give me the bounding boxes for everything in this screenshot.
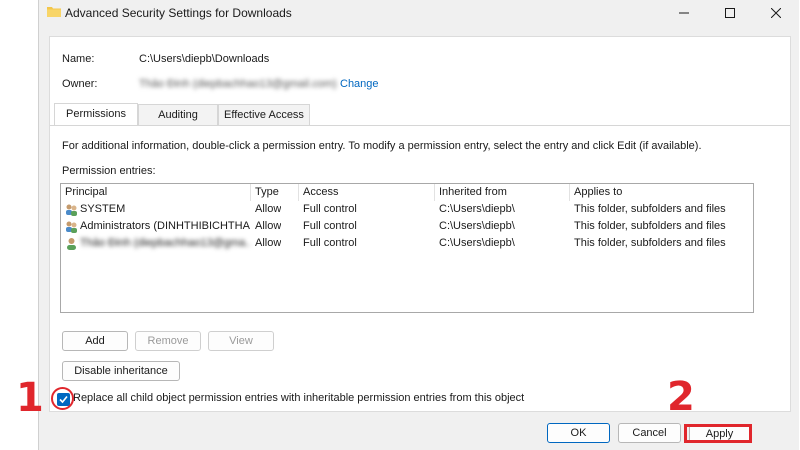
tab-permissions[interactable]: Permissions bbox=[54, 103, 138, 126]
cell-inherited-from: C:\Users\diepb\ bbox=[439, 237, 515, 249]
cell-access: Full control bbox=[303, 237, 357, 249]
tab-effective-access[interactable]: Effective Access bbox=[218, 104, 310, 125]
cell-inherited-from: C:\Users\diepb\ bbox=[439, 220, 515, 232]
highlight-checkbox-circle bbox=[51, 387, 74, 410]
column-header-principal[interactable]: Principal bbox=[61, 184, 251, 201]
title-bar: Advanced Security Settings for Downloads bbox=[39, 0, 799, 26]
user-icon bbox=[67, 238, 76, 250]
minimize-icon bbox=[679, 12, 689, 14]
cell-type: Allow bbox=[255, 220, 282, 232]
table-row[interactable]: Administrators (DINHTHIBICHTHA... Allow … bbox=[61, 218, 753, 235]
remove-button[interactable]: Remove bbox=[135, 331, 201, 351]
column-header-type[interactable]: Type bbox=[251, 184, 299, 201]
cell-access: Full control bbox=[303, 203, 357, 215]
name-value: C:\Users\diepb\Downloads bbox=[139, 53, 270, 65]
add-button[interactable]: Add bbox=[62, 331, 128, 351]
ok-button[interactable]: OK bbox=[547, 423, 610, 443]
table-row[interactable]: Thảo Đinh (diepbachhao13@gma... Allow Fu… bbox=[61, 235, 753, 252]
column-header-applies-to[interactable]: Applies to bbox=[570, 184, 753, 201]
disable-inheritance-button[interactable]: Disable inheritance bbox=[62, 361, 180, 381]
cell-inherited-from: C:\Users\diepb\ bbox=[439, 203, 515, 215]
cell-principal: Thảo Đinh (diepbachhao13@gma... bbox=[80, 237, 250, 249]
folder-icon bbox=[47, 7, 61, 17]
step-1-marker: 1 bbox=[16, 375, 44, 421]
column-header-access[interactable]: Access bbox=[299, 184, 435, 201]
table-row[interactable]: SYSTEM Allow Full control C:\Users\diepb… bbox=[61, 201, 753, 218]
cell-type: Allow bbox=[255, 237, 282, 249]
column-header-inherited-from[interactable]: Inherited from bbox=[435, 184, 570, 201]
permission-entries-label: Permission entries: bbox=[62, 165, 156, 177]
close-icon bbox=[771, 8, 781, 18]
tab-divider bbox=[50, 125, 790, 126]
close-button[interactable] bbox=[753, 0, 799, 26]
replace-entries-label: Replace all child object permission entr… bbox=[73, 392, 525, 404]
highlight-apply-box bbox=[684, 424, 752, 443]
user-group-icon bbox=[66, 204, 77, 216]
user-group-icon bbox=[66, 221, 77, 233]
tab-auditing[interactable]: Auditing bbox=[138, 104, 218, 125]
window-title: Advanced Security Settings for Downloads bbox=[65, 6, 292, 20]
owner-value: Thảo Đinh (diepbachhao13@gmail.com) bbox=[139, 78, 337, 90]
cell-principal: SYSTEM bbox=[80, 203, 126, 215]
owner-label: Owner: bbox=[62, 78, 98, 90]
main-panel: Name: C:\Users\diepb\Downloads Owner: Th… bbox=[49, 36, 791, 412]
cell-principal: Administrators (DINHTHIBICHTHA... bbox=[80, 220, 250, 232]
cell-access: Full control bbox=[303, 220, 357, 232]
name-label: Name: bbox=[62, 53, 95, 65]
description-text: For additional information, double-click… bbox=[62, 140, 702, 152]
view-button[interactable]: View bbox=[208, 331, 274, 351]
maximize-icon bbox=[725, 8, 735, 18]
cell-applies-to: This folder, subfolders and files bbox=[574, 220, 726, 232]
minimize-button[interactable] bbox=[661, 0, 707, 26]
cell-applies-to: This folder, subfolders and files bbox=[574, 237, 726, 249]
step-2-marker: 2 bbox=[667, 374, 695, 420]
change-owner-link[interactable]: Change bbox=[340, 78, 379, 90]
cell-applies-to: This folder, subfolders and files bbox=[574, 203, 726, 215]
cell-type: Allow bbox=[255, 203, 282, 215]
cancel-button[interactable]: Cancel bbox=[618, 423, 681, 443]
permission-entries-list[interactable]: Principal Type Access Inherited from App… bbox=[60, 183, 754, 313]
maximize-button[interactable] bbox=[707, 0, 753, 26]
